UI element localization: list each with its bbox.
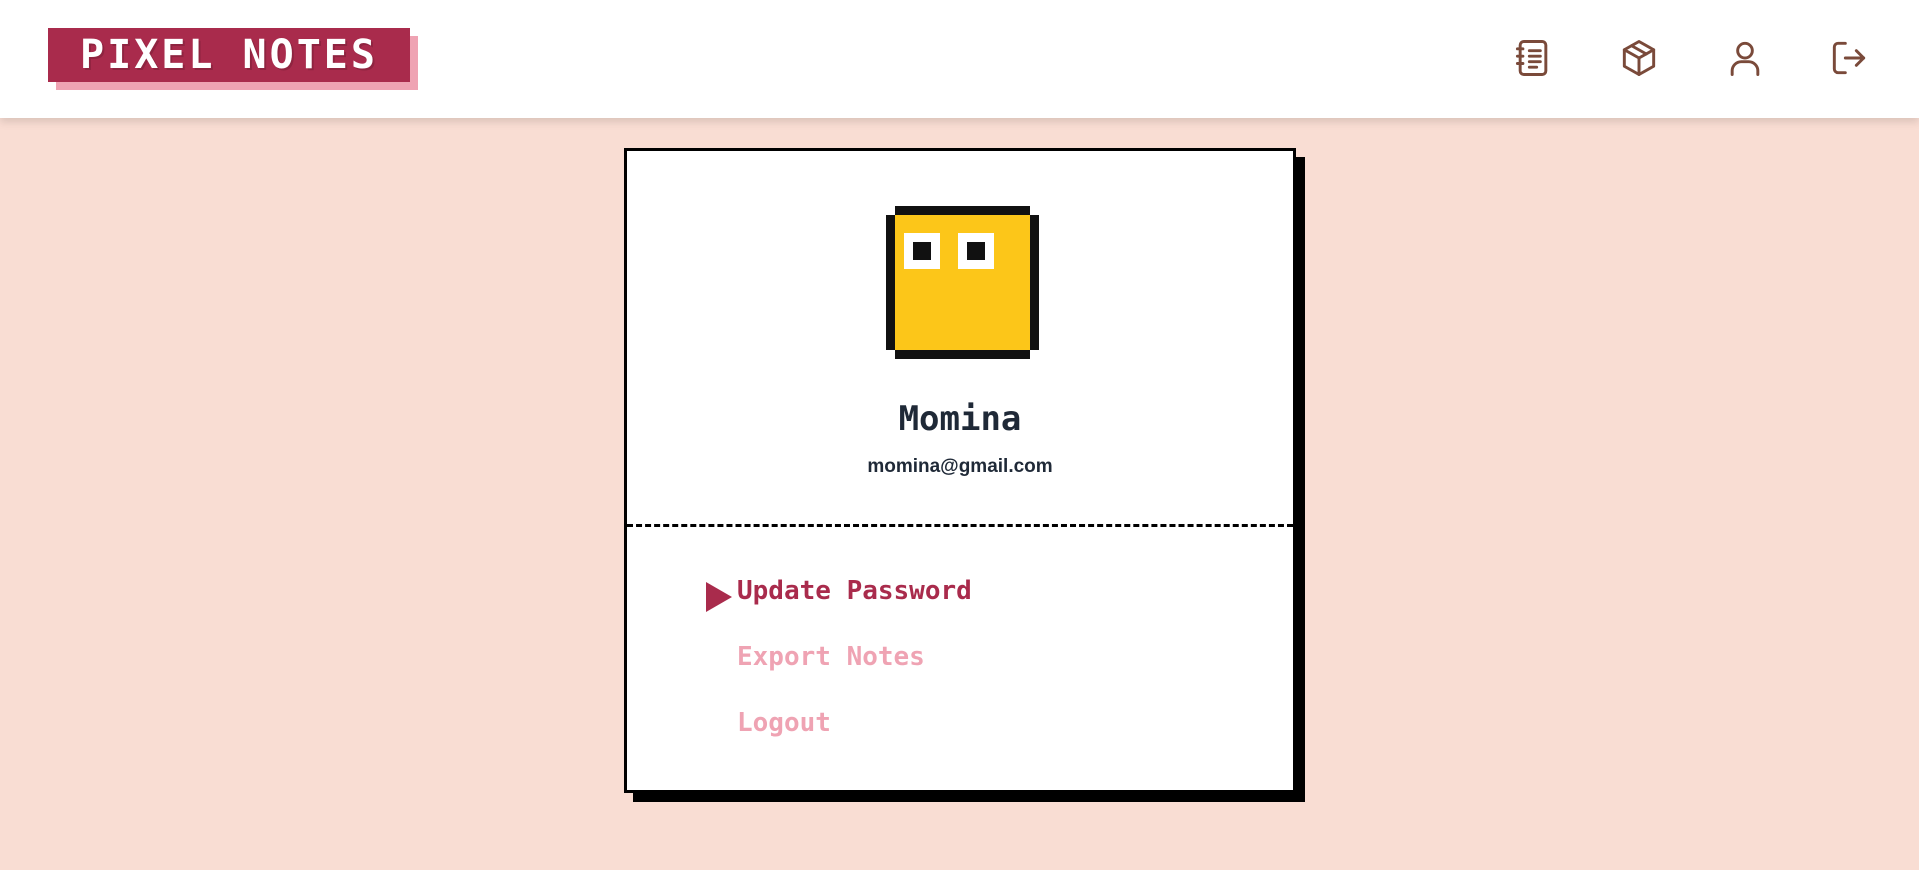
user-icon[interactable] (1721, 34, 1769, 82)
avatar (886, 206, 1039, 359)
notebook-icon[interactable] (1509, 34, 1557, 82)
profile-email: momina@gmail.com (867, 456, 1053, 477)
menu-item-export-notes[interactable]: Export Notes (737, 642, 925, 672)
profile-name: Momina (898, 399, 1022, 439)
menu-item-logout[interactable]: Logout (737, 708, 831, 738)
selected-caret-icon (706, 582, 732, 612)
logout-icon[interactable] (1825, 34, 1873, 82)
logo[interactable]: PIXEL NOTES (48, 28, 418, 90)
logo-text: PIXEL NOTES (48, 28, 410, 82)
dashed-divider (627, 524, 1293, 527)
profile-card: Momina momina@gmail.com Update Password … (624, 148, 1296, 793)
pixel-face-icon (886, 206, 1039, 359)
top-navbar: PIXEL NOTES (0, 0, 1919, 118)
box-icon[interactable] (1615, 34, 1663, 82)
menu-item-update-password[interactable]: Update Password (737, 576, 972, 606)
